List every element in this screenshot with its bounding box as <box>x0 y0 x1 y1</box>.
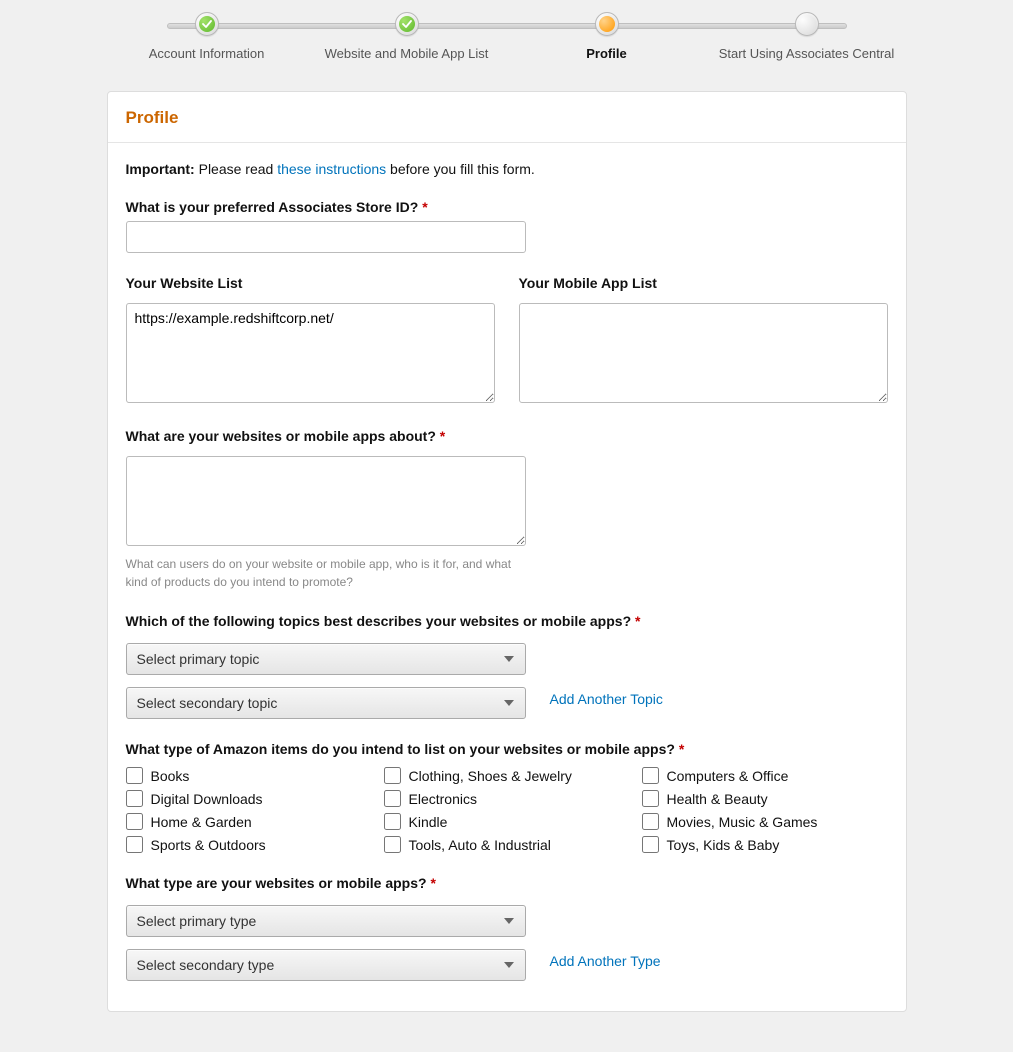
check-icon <box>399 16 415 32</box>
item-option: Electronics <box>384 790 630 807</box>
step-label: Account Information <box>149 46 265 61</box>
step-circle <box>595 12 619 36</box>
item-checkbox-label[interactable]: Home & Garden <box>151 814 252 830</box>
item-checkbox[interactable] <box>642 790 659 807</box>
item-option: Toys, Kids & Baby <box>642 836 888 853</box>
active-dot-icon <box>599 16 615 32</box>
mobile-list-textarea[interactable] <box>519 303 888 403</box>
item-checkbox-label[interactable]: Books <box>151 768 190 784</box>
item-checkbox[interactable] <box>126 790 143 807</box>
item-option: Health & Beauty <box>642 790 888 807</box>
primary-topic-select[interactable]: Select primary topic <box>126 643 526 675</box>
step-label: Profile <box>586 46 626 61</box>
note-prefix: Important: <box>126 161 195 177</box>
item-checkbox-label[interactable]: Digital Downloads <box>151 791 263 807</box>
progress-stepper: Account Information Website and Mobile A… <box>107 12 907 61</box>
topics-label: Which of the following topics best descr… <box>126 613 888 629</box>
item-checkbox-label[interactable]: Sports & Outdoors <box>151 837 266 853</box>
item-checkbox[interactable] <box>384 813 401 830</box>
step-label: Website and Mobile App List <box>325 46 489 61</box>
topics-label-text: Which of the following topics best descr… <box>126 613 632 629</box>
note-text-before: Please read <box>195 161 278 177</box>
about-textarea[interactable] <box>126 456 526 546</box>
item-option: Tools, Auto & Industrial <box>384 836 630 853</box>
item-checkbox-label[interactable]: Health & Beauty <box>667 791 768 807</box>
website-list-label: Your Website List <box>126 275 495 291</box>
card-header: Profile <box>108 92 906 143</box>
required-asterisk: * <box>679 741 684 757</box>
item-checkbox[interactable] <box>384 836 401 853</box>
item-option: Home & Garden <box>126 813 372 830</box>
secondary-topic-select[interactable]: Select secondary topic <box>126 687 526 719</box>
card-title: Profile <box>126 108 888 128</box>
required-asterisk: * <box>440 428 445 444</box>
required-asterisk: * <box>635 613 640 629</box>
item-checkbox[interactable] <box>126 767 143 784</box>
store-id-label: What is your preferred Associates Store … <box>126 199 888 215</box>
note-text-after: before you fill this form. <box>386 161 535 177</box>
step-profile: Profile <box>507 12 707 61</box>
item-checkbox[interactable] <box>126 813 143 830</box>
important-note: Important: Please read these instruction… <box>126 161 888 177</box>
item-checkbox-label[interactable]: Kindle <box>409 814 448 830</box>
item-checkbox-label[interactable]: Toys, Kids & Baby <box>667 837 780 853</box>
item-checkbox[interactable] <box>126 836 143 853</box>
item-checkbox[interactable] <box>384 767 401 784</box>
items-label-text: What type of Amazon items do you intend … <box>126 741 675 757</box>
item-option: Computers & Office <box>642 767 888 784</box>
step-account-information: Account Information <box>107 12 307 61</box>
item-checkbox[interactable] <box>642 836 659 853</box>
about-label: What are your websites or mobile apps ab… <box>126 428 888 444</box>
add-another-topic-link[interactable]: Add Another Topic <box>550 691 663 707</box>
item-checkbox-label[interactable]: Electronics <box>409 791 477 807</box>
profile-card: Profile Important: Please read these ins… <box>107 91 907 1012</box>
types-label: What type are your websites or mobile ap… <box>126 875 888 891</box>
item-option: Digital Downloads <box>126 790 372 807</box>
primary-type-select[interactable]: Select primary type <box>126 905 526 937</box>
step-website-list: Website and Mobile App List <box>307 12 507 61</box>
required-asterisk: * <box>422 199 427 215</box>
step-label: Start Using Associates Central <box>719 46 895 61</box>
items-checkbox-grid: Books Clothing, Shoes & Jewelry Computers … <box>126 767 888 853</box>
required-asterisk: * <box>430 875 435 891</box>
step-start-using: Start Using Associates Central <box>707 12 907 61</box>
item-checkbox-label[interactable]: Tools, Auto & Industrial <box>409 837 551 853</box>
item-checkbox-label[interactable]: Clothing, Shoes & Jewelry <box>409 768 572 784</box>
item-option: Sports & Outdoors <box>126 836 372 853</box>
item-option: Books <box>126 767 372 784</box>
types-label-text: What type are your websites or mobile ap… <box>126 875 427 891</box>
step-circle <box>795 12 819 36</box>
instructions-link[interactable]: these instructions <box>277 161 386 177</box>
store-id-input[interactable] <box>126 221 526 253</box>
item-checkbox[interactable] <box>384 790 401 807</box>
item-option: Kindle <box>384 813 630 830</box>
step-circle <box>395 12 419 36</box>
mobile-list-label: Your Mobile App List <box>519 275 888 291</box>
item-checkbox[interactable] <box>642 767 659 784</box>
about-label-text: What are your websites or mobile apps ab… <box>126 428 436 444</box>
items-label: What type of Amazon items do you intend … <box>126 741 888 757</box>
item-checkbox[interactable] <box>642 813 659 830</box>
secondary-type-select[interactable]: Select secondary type <box>126 949 526 981</box>
add-another-type-link[interactable]: Add Another Type <box>550 953 661 969</box>
item-option: Movies, Music & Games <box>642 813 888 830</box>
website-list-textarea[interactable] <box>126 303 495 403</box>
step-circle <box>195 12 219 36</box>
store-id-label-text: What is your preferred Associates Store … <box>126 199 419 215</box>
item-option: Clothing, Shoes & Jewelry <box>384 767 630 784</box>
check-icon <box>199 16 215 32</box>
item-checkbox-label[interactable]: Computers & Office <box>667 768 789 784</box>
item-checkbox-label[interactable]: Movies, Music & Games <box>667 814 818 830</box>
about-hint: What can users do on your website or mob… <box>126 555 526 591</box>
